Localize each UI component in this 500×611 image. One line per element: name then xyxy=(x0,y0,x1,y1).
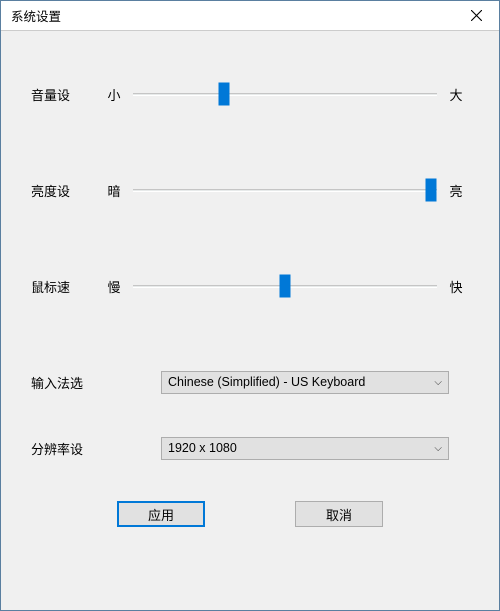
mouse-row: 鼠标速 慢 快 xyxy=(31,273,469,299)
chevron-down-icon: ⌵ xyxy=(434,377,442,388)
window-title: 系统设置 xyxy=(11,6,61,25)
volume-row: 音量设 小 大 xyxy=(31,81,469,107)
cancel-button[interactable]: 取消 xyxy=(295,501,383,527)
volume-label: 音量设 xyxy=(31,85,101,104)
slider-thumb[interactable] xyxy=(280,275,291,298)
ime-control-area: Chinese (Simplified) - US Keyboard ⌵ xyxy=(101,371,469,394)
chevron-down-icon: ⌵ xyxy=(434,443,442,454)
brightness-slider[interactable] xyxy=(127,177,443,203)
content-area: 音量设 小 大 亮度设 暗 亮 鼠标速 慢 xyxy=(1,31,499,527)
apply-button-label: 应用 xyxy=(148,505,174,524)
brightness-row: 亮度设 暗 亮 xyxy=(31,177,469,203)
slider-thumb[interactable] xyxy=(219,83,230,106)
volume-max-label: 大 xyxy=(443,85,469,104)
ime-label: 输入法选 xyxy=(31,373,101,392)
settings-window: 系统设置 音量设 小 大 亮度设 暗 亮 xyxy=(0,0,500,611)
cancel-button-label: 取消 xyxy=(326,505,352,524)
volume-min-label: 小 xyxy=(101,85,127,104)
mouse-slider[interactable] xyxy=(127,273,443,299)
slider-thumb[interactable] xyxy=(425,179,436,202)
slider-track xyxy=(133,189,437,192)
slider-track xyxy=(133,285,437,288)
ime-select[interactable]: Chinese (Simplified) - US Keyboard ⌵ xyxy=(161,371,449,394)
resolution-selected-value: 1920 x 1080 xyxy=(168,441,237,455)
brightness-min-label: 暗 xyxy=(101,181,127,200)
mouse-max-label: 快 xyxy=(443,277,469,296)
ime-selected-value: Chinese (Simplified) - US Keyboard xyxy=(168,375,365,389)
resolution-select[interactable]: 1920 x 1080 ⌵ xyxy=(161,437,449,460)
close-button[interactable] xyxy=(453,1,499,31)
apply-button[interactable]: 应用 xyxy=(117,501,205,527)
slider-track xyxy=(133,93,437,96)
brightness-max-label: 亮 xyxy=(443,181,469,200)
volume-slider[interactable] xyxy=(127,81,443,107)
resolution-row: 分辨率设 1920 x 1080 ⌵ xyxy=(31,435,469,461)
mouse-min-label: 慢 xyxy=(101,277,127,296)
mouse-label: 鼠标速 xyxy=(31,277,101,296)
button-row: 应用 取消 xyxy=(31,501,469,527)
resolution-control-area: 1920 x 1080 ⌵ xyxy=(101,437,469,460)
brightness-label: 亮度设 xyxy=(31,181,101,200)
ime-row: 输入法选 Chinese (Simplified) - US Keyboard … xyxy=(31,369,469,395)
resolution-label: 分辨率设 xyxy=(31,439,101,458)
close-icon xyxy=(471,10,482,21)
titlebar: 系统设置 xyxy=(1,1,499,31)
